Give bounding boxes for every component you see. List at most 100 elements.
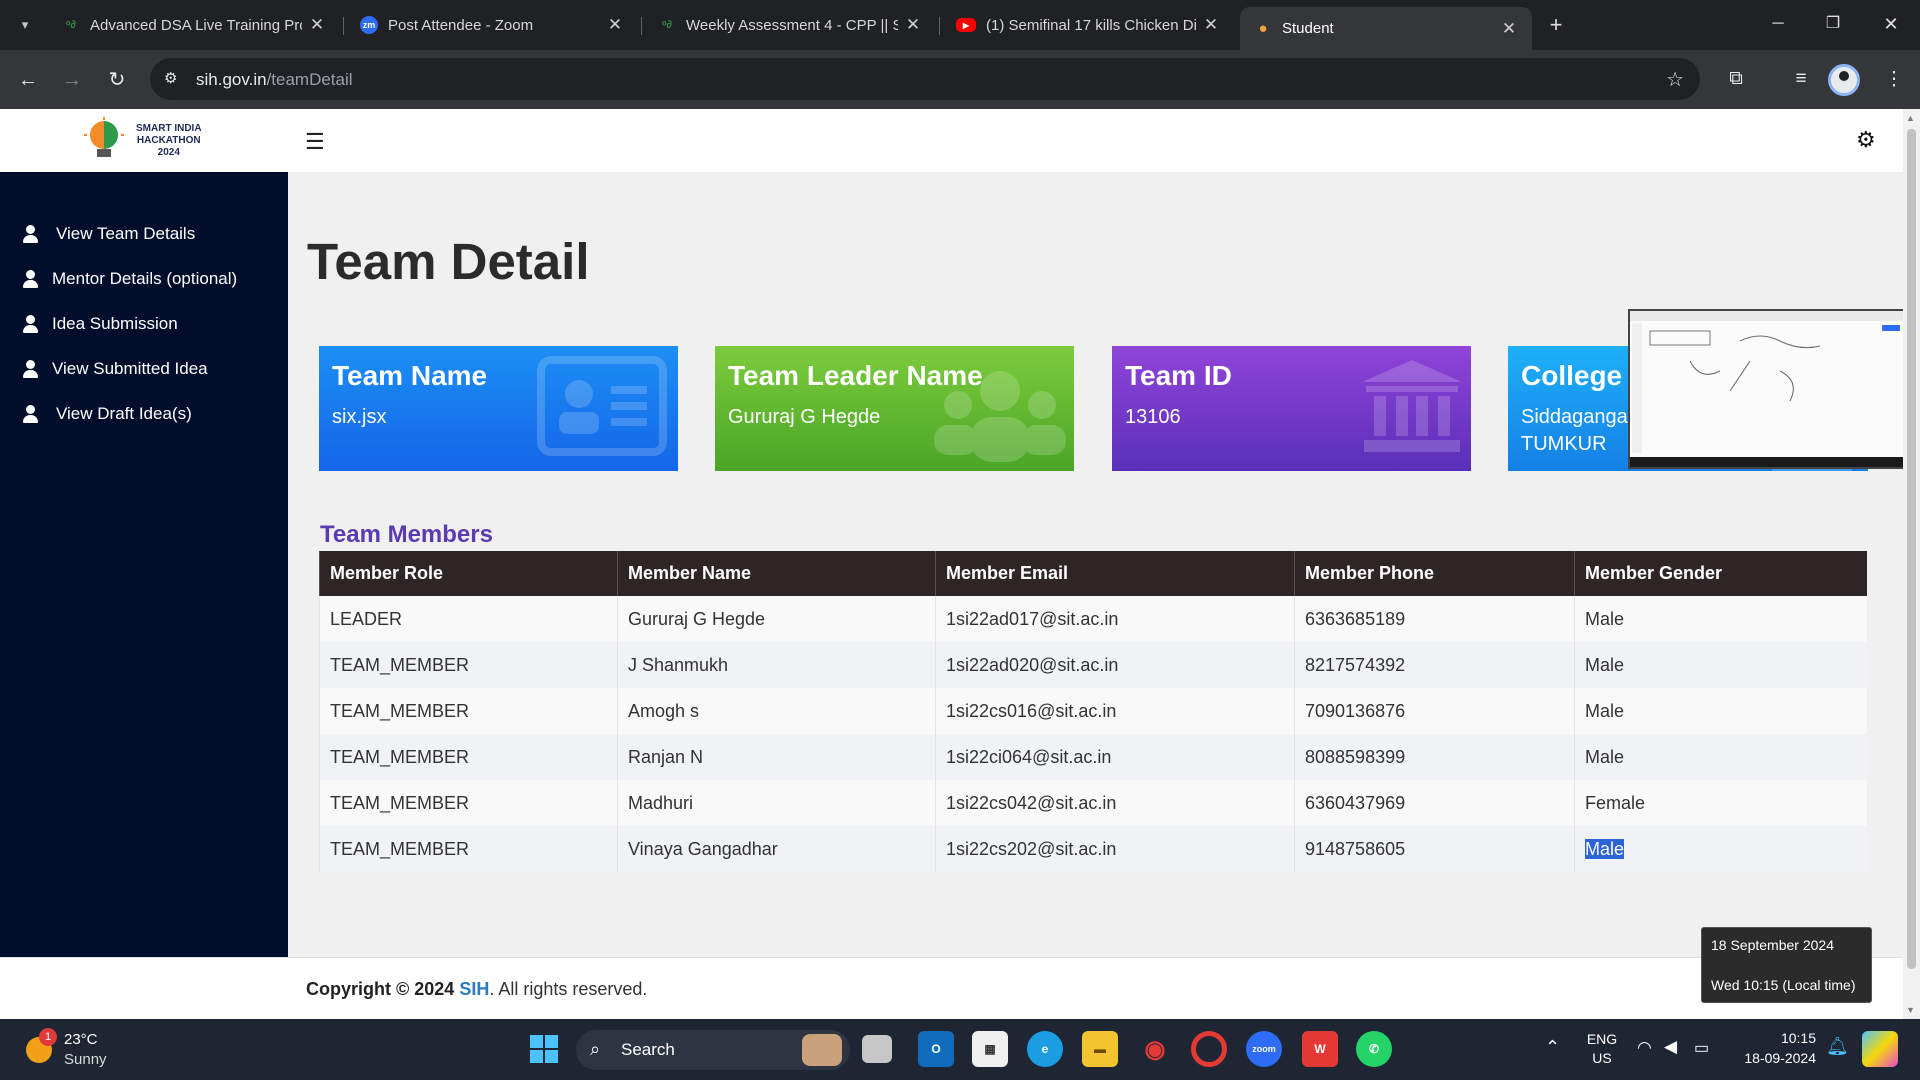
browser-tab-strip: ▾ ᵒ∂ Advanced DSA Live Training Pro ✕ zm… bbox=[0, 0, 1920, 50]
main-content: Team Detail Team Name six.jsx Team Leade… bbox=[288, 172, 1903, 957]
minimize-button[interactable]: ─ bbox=[1755, 8, 1801, 40]
taskbar-search-box[interactable]: ⌕ Search bbox=[576, 1030, 850, 1070]
logo-line-1: SMART INDIA bbox=[136, 123, 202, 134]
start-button[interactable] bbox=[526, 1031, 562, 1067]
hamburger-menu-icon[interactable]: ☰ bbox=[305, 129, 325, 155]
cell-role: LEADER bbox=[319, 596, 618, 642]
cell-phone: 9148758605 bbox=[1294, 826, 1575, 872]
settings-gears-icon[interactable]: ⚙ bbox=[1856, 127, 1876, 153]
cell-gender: Male bbox=[1574, 642, 1867, 688]
table-row: LEADER Gururaj G Hegde 1si22ad017@sit.ac… bbox=[319, 596, 1867, 642]
user-icon bbox=[22, 225, 38, 243]
sidebar-item-view-draft-ideas[interactable]: View Draft Idea(s) bbox=[22, 404, 192, 424]
chrome-icon[interactable] bbox=[1191, 1031, 1227, 1067]
url-path: /teamDetail bbox=[266, 70, 353, 89]
forward-button[interactable]: → bbox=[56, 64, 88, 96]
reload-button[interactable]: ↻ bbox=[101, 64, 133, 96]
copyright-brand-link[interactable]: SIH bbox=[459, 979, 489, 999]
task-view-icon[interactable] bbox=[862, 1035, 892, 1063]
youtube-icon: ▶ bbox=[956, 18, 976, 32]
column-header-gender: Member Gender bbox=[1574, 551, 1867, 596]
web-page: SMART INDIA HACKATHON 2024 ☰ ⚙ View Team… bbox=[0, 109, 1903, 1019]
close-tab-icon[interactable]: ✕ bbox=[606, 15, 624, 35]
cell-phone: 7090136876 bbox=[1294, 688, 1575, 734]
selected-text: Male bbox=[1585, 838, 1625, 859]
browser-toolbar: ← → ↻ ⚙ sih.gov.in/teamDetail ☆ ⧉ ≡ ⋮ bbox=[0, 50, 1920, 109]
restore-button[interactable]: ❐ bbox=[1810, 8, 1856, 40]
whatsapp-icon[interactable]: ✆ bbox=[1356, 1031, 1392, 1067]
browser-tab-2[interactable]: zm Post Attendee - Zoom ✕ bbox=[346, 7, 638, 43]
browser-tab-5[interactable]: ● Student ✕ bbox=[1240, 7, 1532, 50]
cell-name: J Shanmukh bbox=[617, 642, 936, 688]
site-info-icon[interactable]: ⚙ bbox=[164, 69, 177, 87]
date-time-tooltip: 18 September 2024 Wed 10:15 (Local time) bbox=[1701, 927, 1872, 1003]
browser-tab-4[interactable]: ▶ (1) Semifinal 17 kills Chicken Di ✕ bbox=[942, 7, 1234, 43]
column-header-phone: Member Phone bbox=[1294, 551, 1575, 596]
extensions-icon[interactable]: ⧉ bbox=[1722, 68, 1750, 90]
table-header-row: Member Role Member Name Member Email Mem… bbox=[319, 551, 1867, 596]
picture-in-picture-window[interactable] bbox=[1628, 309, 1903, 469]
scrollbar-thumb[interactable] bbox=[1907, 129, 1916, 969]
zoom-taskbar-icon[interactable]: zoom bbox=[1246, 1031, 1282, 1067]
cell-name: Gururaj G Hegde bbox=[617, 596, 936, 642]
back-button[interactable]: ← bbox=[12, 64, 44, 96]
media-control-icon[interactable]: ≡ bbox=[1787, 68, 1815, 90]
browser-tab-1[interactable]: ᵒ∂ Advanced DSA Live Training Pro ✕ bbox=[48, 7, 340, 43]
team-id-card: Team ID 13106 bbox=[1112, 346, 1471, 471]
battery-icon[interactable]: ▭ bbox=[1694, 1038, 1709, 1058]
browser-menu-icon[interactable]: ⋮ bbox=[1880, 68, 1908, 91]
column-header-email: Member Email bbox=[935, 551, 1295, 596]
language-indicator[interactable]: ENG US bbox=[1586, 1031, 1618, 1066]
outlook-icon[interactable]: O bbox=[918, 1031, 954, 1067]
column-header-name: Member Name bbox=[617, 551, 936, 596]
new-tab-button[interactable]: + bbox=[1542, 12, 1570, 40]
sidebar-item-view-submitted-idea[interactable]: View Submitted Idea bbox=[22, 359, 208, 379]
address-bar[interactable]: ⚙ sih.gov.in/teamDetail ☆ bbox=[150, 58, 1700, 100]
url-domain: sih.gov.in bbox=[196, 70, 267, 89]
weather-temp: 23°C bbox=[64, 1031, 98, 1048]
sih-logo[interactable]: SMART INDIA HACKATHON 2024 bbox=[80, 113, 220, 169]
edge-icon[interactable]: e bbox=[1027, 1031, 1063, 1067]
whiteboard-preview-image bbox=[1630, 311, 1903, 467]
file-explorer-icon[interactable]: ▬ bbox=[1082, 1031, 1118, 1067]
profile-avatar[interactable] bbox=[1828, 64, 1860, 96]
system-clock[interactable]: 10:15 18-09-2024 bbox=[1728, 1030, 1816, 1066]
url-text[interactable]: sih.gov.in/teamDetail bbox=[196, 70, 353, 90]
page-scrollbar[interactable]: ▲ ▼ bbox=[1903, 109, 1920, 1019]
show-hidden-icons-icon[interactable]: ⌃ bbox=[1545, 1037, 1560, 1058]
close-window-button[interactable]: ✕ bbox=[1868, 8, 1914, 40]
wps-office-icon[interactable]: W bbox=[1302, 1031, 1338, 1067]
site-header: SMART INDIA HACKATHON 2024 ☰ ⚙ bbox=[0, 109, 1903, 172]
close-tab-icon[interactable]: ✕ bbox=[904, 15, 922, 35]
sidebar-item-mentor-details[interactable]: Mentor Details (optional) bbox=[22, 269, 237, 289]
sidebar-item-idea-submission[interactable]: Idea Submission bbox=[22, 314, 178, 334]
sidebar-item-view-team-details[interactable]: View Team Details bbox=[22, 224, 195, 244]
user-icon bbox=[22, 315, 38, 333]
sidebar-item-label: View Team Details bbox=[56, 224, 196, 243]
tab-divider bbox=[939, 17, 940, 35]
bookmark-star-icon[interactable]: ☆ bbox=[1666, 67, 1684, 92]
cell-name: Vinaya Gangadhar bbox=[617, 826, 936, 872]
volume-icon[interactable]: ◀ bbox=[1664, 1037, 1677, 1057]
cell-gender: Male bbox=[1574, 826, 1867, 872]
card-heading: Team Name bbox=[332, 360, 488, 391]
close-tab-icon[interactable]: ✕ bbox=[1500, 19, 1518, 39]
weather-desc: Sunny bbox=[64, 1051, 107, 1068]
microsoft-store-icon[interactable]: ▦ bbox=[972, 1031, 1008, 1067]
copilot-icon[interactable] bbox=[1862, 1031, 1898, 1067]
cell-gender: Male bbox=[1574, 596, 1867, 642]
card-heading: Team Leader Name bbox=[728, 360, 983, 391]
notification-bell-icon[interactable]: 🔔︎ bbox=[1826, 1036, 1849, 1057]
cell-phone: 6360437969 bbox=[1294, 780, 1575, 826]
close-tab-icon[interactable]: ✕ bbox=[1202, 15, 1220, 35]
security-app-icon[interactable]: ◉ bbox=[1137, 1031, 1173, 1067]
wifi-icon[interactable]: ◠ bbox=[1637, 1038, 1652, 1058]
browser-tab-3[interactable]: ᵒ∂ Weekly Assessment 4 - CPP || SI ✕ bbox=[644, 7, 936, 43]
institution-icon bbox=[1362, 360, 1462, 452]
cell-email: 1si22cs202@sit.ac.in bbox=[935, 826, 1295, 872]
cell-role: TEAM_MEMBER bbox=[319, 826, 618, 872]
tab-search-button[interactable]: ▾ bbox=[10, 10, 40, 40]
close-tab-icon[interactable]: ✕ bbox=[308, 15, 326, 35]
scroll-up-arrow-icon[interactable]: ▲ bbox=[1906, 113, 1915, 123]
scroll-down-arrow-icon[interactable]: ▼ bbox=[1906, 1005, 1915, 1015]
